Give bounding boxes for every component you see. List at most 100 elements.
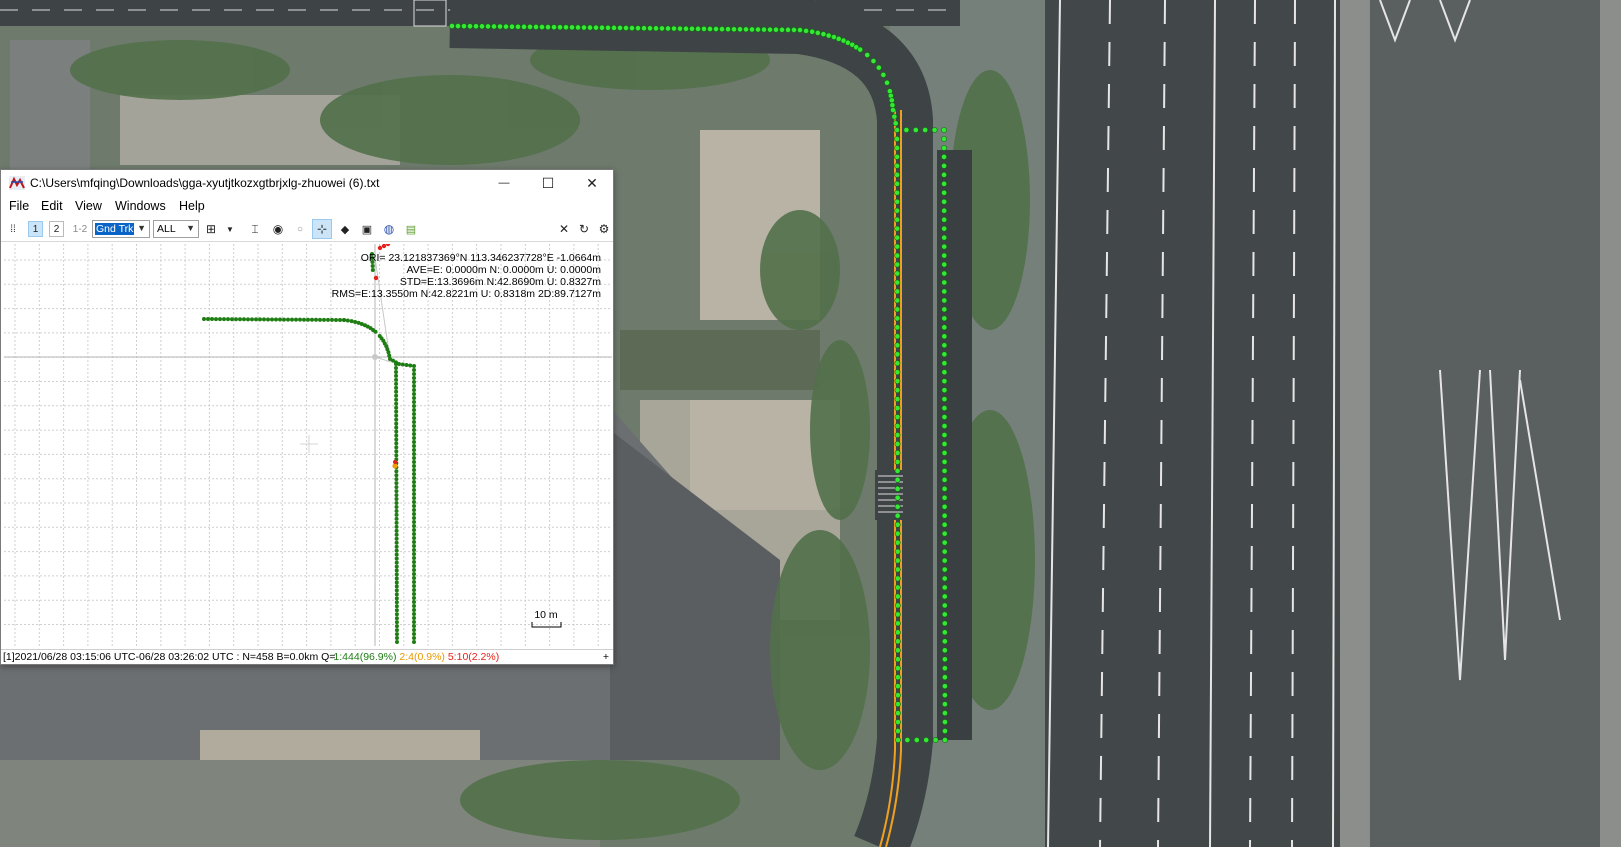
track-point (412, 600, 416, 604)
map-track-point (779, 26, 785, 33)
map-track-point (941, 162, 947, 169)
map-track-point (894, 530, 901, 537)
globe-icon[interactable]: ◍ (382, 221, 396, 237)
map-track-point (894, 387, 901, 394)
track-point (306, 317, 310, 322)
menu-help[interactable]: Help (179, 199, 205, 213)
ground-track-plot[interactable]: ORI= 23.121837369°N 113.346237728°E -1.0… (4, 244, 612, 646)
close-button[interactable]: ✕ (570, 170, 614, 196)
map-track-point (941, 584, 948, 591)
image-icon[interactable]: ▤ (404, 221, 418, 237)
map-track-point (894, 620, 901, 627)
status-range-text: [1]2021/06/28 03:15:06 UTC-06/28 03:26:0… (3, 651, 336, 663)
track-point (394, 369, 399, 374)
map-icon[interactable]: ▣ (360, 221, 374, 237)
minimize-button[interactable]: — (482, 170, 526, 196)
menu-edit[interactable]: Edit (41, 199, 63, 213)
reload-icon[interactable]: ↻ (577, 221, 591, 237)
map-track-point (814, 30, 821, 36)
map-track-point (857, 46, 864, 53)
point-icon[interactable]: ◆ (338, 221, 352, 237)
plot-type-select[interactable]: Gnd Trk ▼ (92, 220, 150, 238)
track-point (412, 620, 416, 624)
map-track-point (803, 27, 809, 34)
map-track-point (941, 154, 947, 160)
maximize-button[interactable]: ☐ (526, 170, 570, 196)
map-track-point (894, 629, 901, 636)
ns-range-icon[interactable]: ⌶ (248, 221, 262, 237)
track-point (246, 317, 250, 322)
close-plot-icon[interactable]: ✕ (557, 221, 571, 237)
map-track-point (659, 25, 665, 32)
track-point (412, 476, 416, 480)
map-track-point (894, 243, 901, 250)
track-point (226, 317, 230, 322)
menu-windows[interactable]: Windows (115, 199, 166, 213)
ori-text: ORI= 23.121837369°N 113.346237728°E -1.0… (361, 252, 602, 264)
track-point (412, 400, 416, 404)
track-point (412, 456, 416, 460)
toolbar: ⁞⁞ 1 2 1-2 Gnd Trk ▼ ALL ▼ ⊞ ▼ ⌶ ◉ ○ ⊹ ◆… (1, 217, 613, 242)
track-point (394, 604, 399, 609)
map-track-point (719, 26, 725, 33)
track-point (394, 568, 399, 573)
map-track-point (894, 414, 901, 420)
map-track-point (894, 396, 901, 403)
track-point (394, 421, 399, 426)
rms-text: RMS=E:13.3550m N:42.8221m U: 0.8318m 2D:… (332, 288, 602, 300)
track-point (322, 317, 326, 322)
satellite-filter-select[interactable]: ALL ▼ (153, 220, 199, 238)
map-track-point (629, 25, 635, 31)
expand-plus-icon[interactable]: + (603, 651, 609, 663)
map-track-point (941, 548, 948, 555)
map-track-point (575, 24, 581, 31)
map-track-point (894, 611, 901, 618)
map-track-point (941, 369, 948, 376)
track-point (290, 317, 294, 322)
track-point (408, 363, 413, 368)
map-track-point (527, 23, 533, 30)
map-track-point (671, 25, 677, 32)
map-track-point (941, 306, 948, 313)
settings-icon[interactable]: ⚙ (597, 221, 611, 237)
track-point (412, 508, 416, 512)
track-point (238, 317, 242, 322)
track-point (370, 268, 375, 272)
track-point (394, 365, 399, 370)
track-point (326, 317, 330, 322)
map-track-point (941, 387, 948, 394)
map-track-point (941, 360, 948, 367)
circle-icon[interactable]: ○ (293, 221, 307, 237)
track-point (412, 392, 416, 396)
map-track-point (894, 423, 901, 429)
rtkplot-window[interactable]: C:\Users\mfqing\Downloads\gga-xyutjtkozx… (0, 169, 614, 665)
plot12-button[interactable]: 1-2 (71, 221, 89, 237)
map-track-point (497, 23, 503, 30)
menu-view[interactable]: View (75, 199, 102, 213)
plot1-button[interactable]: 1 (28, 221, 43, 237)
center-icon[interactable]: ◉ (271, 221, 285, 237)
track-point (394, 576, 399, 581)
track-point (412, 472, 416, 476)
map-track-point (809, 28, 816, 35)
origin-icon[interactable]: ⊞ (204, 221, 218, 237)
map-track-point (941, 324, 948, 331)
split-icon[interactable]: ⁞⁞ (6, 221, 20, 237)
map-track-point (449, 23, 455, 29)
title-bar[interactable]: C:\Users\mfqing\Downloads\gga-xyutjtkozx… (1, 170, 613, 196)
map-track-point (894, 360, 901, 367)
grid-icon[interactable]: ⊹ (312, 219, 332, 239)
map-track-point (831, 34, 837, 40)
map-track-point (870, 58, 877, 64)
map-track-point (941, 270, 948, 277)
track-point (412, 460, 416, 464)
map-track-point (894, 252, 901, 259)
map-track-point (941, 378, 948, 385)
dropdown-arrow-icon[interactable]: ▼ (225, 221, 235, 237)
map-track-point (890, 107, 896, 113)
map-track-point (941, 225, 948, 232)
map-track-point (894, 665, 901, 672)
plot2-button[interactable]: 2 (49, 221, 64, 237)
menu-file[interactable]: File (9, 199, 29, 213)
map-track-point (941, 566, 948, 573)
